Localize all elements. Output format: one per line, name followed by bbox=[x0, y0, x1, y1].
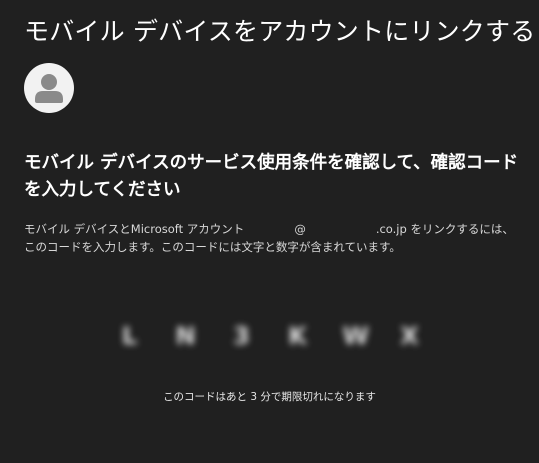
page-title: モバイル デバイスをアカウントにリンクする bbox=[24, 17, 536, 46]
code-char-6: X bbox=[400, 322, 419, 350]
code-char-5: W bbox=[342, 322, 369, 350]
code-char-2: N bbox=[175, 322, 196, 350]
instruction-heading: モバイル デバイスのサービス使用条件を確認して、確認コードを入力してください bbox=[24, 153, 519, 200]
code-char-4: K bbox=[288, 322, 307, 350]
avatar bbox=[24, 63, 74, 113]
code-expiry-text: このコードはあと 3 分で期限切れになります bbox=[163, 391, 376, 403]
code-char-1: L bbox=[121, 322, 138, 350]
person-icon bbox=[35, 74, 63, 103]
description-part1: モバイル デバイスとMicrosoft アカウント bbox=[24, 222, 245, 236]
email-at: @ bbox=[294, 222, 306, 236]
instruction-description: モバイル デバイスとMicrosoft アカウント @ .co.jp をリンクするに… bbox=[24, 220, 519, 256]
email-domain-suffix: .co.jp bbox=[375, 222, 407, 236]
code-char-3: 3 bbox=[233, 322, 250, 350]
verification-code: L N 3 K W X bbox=[0, 322, 539, 350]
